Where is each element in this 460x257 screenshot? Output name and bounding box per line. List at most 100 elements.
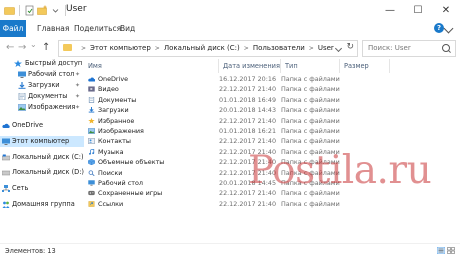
drive-icon [2, 154, 10, 161]
breadcrumb-separator: > [154, 45, 160, 52]
nav-label: OneDrive [12, 121, 44, 129]
minimize-button[interactable]: — [376, 0, 404, 20]
back-button[interactable]: ← [6, 42, 14, 54]
window-title: User [66, 4, 87, 14]
nav-item-documents[interactable]: Документы ✦ [0, 91, 84, 102]
documents-icon [88, 96, 95, 103]
nav-label: Рабочий стол [28, 70, 75, 78]
file-name: Документы [98, 95, 137, 104]
large-icons-view-icon[interactable] [447, 247, 455, 254]
nav-item-this-pc[interactable]: Этот компьютер [0, 136, 84, 147]
star-icon [14, 60, 22, 67]
file-name: OneDrive [98, 75, 129, 83]
nav-item-desktop[interactable]: Рабочий стол ✦ [0, 69, 84, 80]
address-dropdown-icon[interactable] [334, 44, 343, 53]
saved-games-icon [88, 191, 95, 196]
file-type: Папка с файлами [281, 106, 340, 115]
file-name: Объемные объекты [98, 158, 165, 167]
breadcrumb: > Этот компьютер > Локальный диск (C:) >… [77, 41, 334, 56]
nav-item-quick-access[interactable]: Быстрый доступ [0, 58, 84, 69]
search-placeholder: Поиск: User [368, 44, 411, 52]
nav-item-onedrive[interactable]: OneDrive [0, 120, 84, 131]
up-button[interactable]: ↑ [42, 42, 50, 54]
nav-item-homegroup[interactable]: Домашняя группа [0, 199, 84, 210]
file-date: 01.01.2018 16:49 [219, 95, 277, 104]
file-row[interactable]: Документы 01.01.2018 16:49 Папка с файлами [84, 95, 460, 105]
drive-icon [2, 170, 10, 176]
documents-icon [18, 93, 26, 100]
nav-label: Загрузки [28, 81, 60, 89]
expand-ribbon-icon[interactable] [443, 23, 454, 34]
onedrive-icon [88, 77, 95, 82]
file-row[interactable]: Видео 22.12.2017 21:40 Папка с файлами [84, 84, 460, 94]
nav-item-drive-c[interactable]: Локальный диск (C:) [0, 152, 84, 163]
address-bar[interactable]: > Этот компьютер > Локальный диск (C:) >… [58, 40, 358, 57]
nav-label: Домашняя группа [12, 200, 75, 208]
recent-locations-button[interactable]: ⌄ [30, 39, 37, 51]
search-icon [88, 169, 95, 176]
file-date: 22.12.2017 21:40 [219, 116, 277, 125]
breadcrumb-drive-c[interactable]: Локальный диск (C:) [164, 41, 240, 56]
file-date: 22.12.2017 21:40 [219, 137, 277, 146]
file-name: Сохраненные игры [98, 189, 163, 198]
item-count: Элементов: 13 [5, 247, 56, 255]
search-icon [442, 44, 450, 52]
nav-label: Локальный диск (D:) [12, 168, 85, 176]
close-button[interactable]: ✕ [432, 0, 460, 20]
file-row[interactable]: Ссылки 22.12.2017 21:40 Папка с файлами [84, 199, 460, 209]
refresh-button[interactable]: ↻ [346, 42, 354, 52]
address-row: ← → ⌄ ↑ > Этот компьютер > Локальный дис… [0, 37, 460, 59]
pin-icon: ✦ [74, 93, 80, 100]
nav-item-drive-d[interactable]: Локальный диск (D:) [0, 167, 84, 178]
tab-share[interactable]: Поделиться [74, 20, 121, 37]
properties-icon[interactable] [24, 5, 35, 16]
search-input[interactable]: Поиск: User [362, 40, 456, 57]
breadcrumb-separator: > [308, 45, 314, 52]
chevron-down-icon[interactable] [50, 5, 61, 16]
file-date: 22.12.2017 21:40 [219, 85, 277, 94]
details-view-icon[interactable] [437, 247, 445, 254]
pin-icon: ✦ [74, 104, 80, 111]
tab-home[interactable]: Главная [37, 20, 69, 37]
3d-objects-icon [88, 159, 95, 166]
file-row[interactable]: Загрузки 20.01.2018 14:43 Папка с файлами [84, 105, 460, 115]
desktop-icon [88, 180, 95, 186]
pin-icon: ✦ [74, 71, 80, 78]
file-type: Папка с файлами [281, 95, 340, 104]
file-row[interactable]: OneDrive 16.12.2017 20:16 Папка с файлами [84, 74, 460, 84]
star-icon [88, 117, 95, 124]
file-name: Избранное [98, 116, 135, 125]
file-date: 01.01.2018 16:21 [219, 127, 277, 135]
maximize-button[interactable]: ☐ [404, 0, 432, 20]
breadcrumb-separator: > [81, 45, 87, 52]
breadcrumb-this-pc[interactable]: Этот компьютер [90, 41, 151, 56]
file-type: Папка с файлами [281, 127, 340, 135]
folder-icon [63, 44, 72, 51]
tab-view[interactable]: Вид [120, 20, 135, 37]
file-row[interactable]: Изображения 01.01.2018 16:21 Папка с файла… [84, 126, 460, 136]
nav-item-network[interactable]: Сеть [0, 183, 84, 194]
file-date: 22.12.2017 21:40 [219, 199, 277, 208]
computer-icon [2, 138, 10, 145]
new-folder-icon[interactable] [37, 5, 48, 16]
nav-label: Этот компьютер [12, 137, 70, 145]
file-type: Папка с файлами [281, 199, 340, 208]
file-name: Загрузки [98, 106, 129, 115]
file-explorer-window: User — ☐ ✕ Файл Главная Поделиться Вид ?… [0, 0, 460, 257]
watermark-logo: Postila.ru [248, 148, 432, 193]
nav-item-downloads[interactable]: Загрузки ✦ [0, 80, 84, 91]
file-row[interactable]: Избранное 22.12.2017 21:40 Папка с файлами [84, 116, 460, 126]
file-type: Папка с файлами [281, 137, 340, 146]
breadcrumb-user[interactable]: User [318, 41, 334, 56]
file-name: Контакты [98, 137, 131, 146]
breadcrumb-users[interactable]: Пользователи [253, 41, 305, 56]
file-row[interactable]: Контакты 22.12.2017 21:40 Папка с файлами [84, 136, 460, 146]
ribbon-tabs: Файл Главная Поделиться Вид ? [0, 20, 460, 38]
nav-item-pictures[interactable]: Изображения ✦ [0, 102, 84, 113]
file-date: 20.01.2018 14:43 [219, 106, 277, 115]
file-date: 16.12.2017 20:16 [219, 75, 277, 83]
music-icon [89, 148, 95, 155]
tab-file[interactable]: Файл [0, 20, 26, 37]
nav-label: Документы [28, 92, 68, 100]
forward-button[interactable]: → [18, 42, 26, 54]
